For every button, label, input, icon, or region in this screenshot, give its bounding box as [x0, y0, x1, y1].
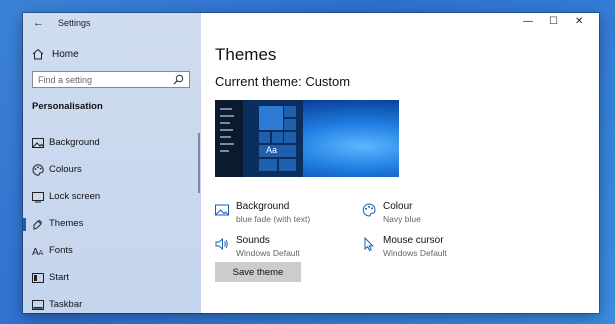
themes-icon	[33, 219, 43, 230]
current-theme-heading: Current theme: Custom	[215, 74, 351, 89]
close-button[interactable]: ✕	[575, 16, 583, 27]
sidebar-item-label: Fonts	[49, 245, 73, 256]
sidebar-item-colours[interactable]: Colours	[23, 157, 201, 184]
sidebar-item-lock-screen[interactable]: Lock screen	[23, 184, 201, 211]
svg-text:A: A	[39, 249, 44, 257]
sidebar-item-label: Taskbar	[49, 299, 83, 310]
font-icon: A A	[32, 247, 44, 257]
palette-icon	[362, 203, 376, 217]
save-theme-button[interactable]: Save theme	[215, 262, 301, 282]
sidebar-item-taskbar[interactable]: Taskbar	[23, 292, 201, 313]
sidebar-item-label: Start	[49, 272, 70, 283]
back-arrow-icon[interactable]: ←	[33, 17, 44, 29]
sidebar-item-fonts[interactable]: A A Fonts	[23, 238, 201, 265]
search-input[interactable]: Find a setting	[32, 71, 190, 88]
search-placeholder: Find a setting	[38, 75, 93, 85]
mouse-cursor-value: Windows Default	[383, 248, 447, 258]
sidebar: ← Settings Home Find a setting Personali…	[23, 13, 201, 313]
section-title: Personalisation	[32, 101, 103, 112]
sidebar-item-label: Themes	[49, 218, 84, 229]
mouse-cursor-title: Mouse cursor	[383, 235, 444, 246]
picture-icon	[32, 138, 44, 148]
taskbar-icon	[32, 300, 44, 310]
colour-title: Colour	[383, 201, 413, 212]
palette-icon	[32, 164, 44, 176]
cursor-icon	[364, 237, 374, 251]
app-title: Settings	[58, 18, 91, 28]
title-bar: ← Settings	[23, 13, 201, 35]
theme-preview: Aa	[215, 100, 399, 177]
sounds-title: Sounds	[236, 235, 270, 246]
sidebar-scrollbar[interactable]	[198, 133, 200, 193]
preview-tiles	[243, 100, 303, 177]
lock-screen-icon	[32, 192, 44, 203]
home-label: Home	[52, 48, 79, 60]
home-link[interactable]: Home	[32, 46, 79, 62]
picture-icon	[215, 204, 229, 216]
preview-sample-text: Aa	[266, 145, 278, 155]
maximize-button[interactable]: ☐	[549, 16, 558, 27]
background-value: blue fade (with text)	[236, 214, 311, 224]
sidebar-item-themes[interactable]: Themes	[23, 211, 201, 238]
sidebar-item-start[interactable]: Start	[23, 265, 201, 292]
sounds-value: Windows Default	[236, 248, 300, 258]
minimize-button[interactable]: —	[523, 16, 533, 27]
sidebar-item-label: Lock screen	[49, 191, 101, 202]
sidebar-item-label: Background	[49, 137, 100, 148]
main-content: — ☐ ✕ Themes Current theme: Custom Aa Ba…	[201, 13, 599, 313]
search-icon	[173, 74, 184, 85]
start-icon	[32, 273, 44, 283]
speaker-icon	[215, 237, 228, 251]
sidebar-item-background[interactable]: Background	[23, 130, 201, 157]
page-title: Themes	[215, 45, 277, 64]
sidebar-nav: Background Colours Lock screen Themes A …	[23, 130, 201, 313]
home-icon	[32, 48, 44, 60]
sidebar-item-label: Colours	[49, 164, 82, 175]
settings-window: ← Settings Home Find a setting Personali…	[23, 13, 599, 313]
preview-start-list	[215, 100, 243, 177]
colour-value: Navy blue	[383, 214, 421, 224]
background-title: Background	[236, 201, 290, 212]
